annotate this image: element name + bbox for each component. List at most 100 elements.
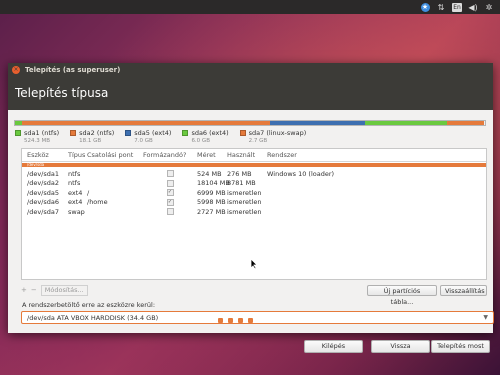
new-partition-table-button[interactable]: Új partíciós tábla... <box>367 284 437 306</box>
format-checkbox[interactable] <box>166 208 174 216</box>
cell-format <box>143 170 197 178</box>
revert-button[interactable]: Visszaállítás <box>440 284 487 296</box>
cell-format: ✓ <box>143 189 197 197</box>
cell-size: 5998 MB <box>197 198 226 207</box>
progress-dot <box>237 318 243 323</box>
legend-swatch <box>70 130 77 136</box>
keyboard-layout-label: En <box>452 2 462 12</box>
progress-dot <box>247 318 253 323</box>
col-header-device[interactable]: Eszköz <box>22 151 68 159</box>
content-area: sda1 (ntfs) 524.3 MB sda2 (ntfs) 18.1 GB sda… <box>8 110 494 353</box>
col-header-size[interactable]: Méret <box>197 151 227 159</box>
settings-gear-icon[interactable]: ✲ <box>484 2 494 12</box>
col-header-used[interactable]: Használt <box>227 151 267 159</box>
legend-size: 6.0 GB <box>191 138 210 144</box>
cell-type: ext4 <box>68 188 83 197</box>
cell-device: /dev/sda2 <box>27 179 59 188</box>
remove-partition-button[interactable]: − <box>31 286 37 294</box>
format-checkbox[interactable]: ✓ <box>166 189 174 197</box>
table-row[interactable]: /dev/sda7 swap 2727 MB ismeretlen <box>22 207 486 217</box>
partition-legend: sda1 (ntfs) 524.3 MB sda2 (ntfs) 18.1 GB sda… <box>15 129 317 144</box>
format-checkbox[interactable] <box>166 179 174 187</box>
progress-dot <box>217 318 223 323</box>
cell-type: swap <box>68 207 85 216</box>
cell-device: /dev/sda7 <box>27 207 59 216</box>
table-row[interactable]: /dev/sda2 ntfs 18104 MB 8781 MB <box>22 179 486 189</box>
back-button[interactable]: Vissza <box>371 340 430 353</box>
legend-label: sda7 (linux-swap) <box>248 129 307 137</box>
cell-size: 524 MB <box>197 169 222 178</box>
page-header: Telepítés típusa <box>8 76 493 110</box>
cell-type: ntfs <box>68 179 81 188</box>
modify-partition-button[interactable]: Módosítás... <box>40 284 88 296</box>
format-checkbox[interactable]: ✓ <box>166 198 174 206</box>
cell-format <box>143 208 197 216</box>
legend-label: sda6 (ext4) <box>191 129 229 137</box>
legend-swatch <box>182 130 189 136</box>
progress-dot <box>257 318 263 323</box>
page-title: Telepítés típusa <box>15 86 109 100</box>
cell-type: ntfs <box>68 169 81 178</box>
install-progress-dots <box>0 318 500 323</box>
col-header-system[interactable]: Rendszer <box>267 151 367 159</box>
legend-swatch <box>239 130 246 136</box>
partition-bar <box>14 120 486 126</box>
col-header-format[interactable]: Formázandó? <box>143 151 197 159</box>
format-checkbox[interactable] <box>166 170 174 178</box>
table-row[interactable]: /dev/sda5 ext4 / ✓ 6999 MB ismeretlen <box>22 188 486 198</box>
installer-window: × Telepítés (as superuser) Telepítés típ… <box>8 63 494 353</box>
cell-format <box>143 179 197 187</box>
legend-size: 2.7 GB <box>248 138 268 144</box>
legend-size: 7.0 GB <box>134 138 153 144</box>
legend-swatch <box>15 130 21 136</box>
cell-used: ismeretlen <box>227 198 262 207</box>
accessibility-icon[interactable]: ★ <box>420 2 430 12</box>
col-header-type[interactable]: Típus <box>68 151 87 159</box>
install-now-button[interactable]: Telepítés most <box>431 340 490 353</box>
window-titlebar: × Telepítés (as superuser) <box>8 63 493 76</box>
legend-item: sda1 (ntfs) 524.3 MB <box>15 129 59 144</box>
partition-bar-segment-sda7 <box>447 121 485 125</box>
accessibility-badge: ★ <box>420 2 430 12</box>
legend-size: 524.3 MB <box>24 138 51 144</box>
cell-size: 18104 MB <box>197 179 230 188</box>
col-header-mount[interactable]: Csatolási pont <box>87 151 143 159</box>
selected-disk-label: /dev/sda <box>27 162 45 167</box>
table-row[interactable]: /dev/sda1 ntfs 524 MB 276 MB Windows 10 (loa… <box>22 169 486 179</box>
quit-button[interactable]: Kilépés <box>304 340 363 353</box>
legend-item: sda7 (linux-swap) 2.7 GB <box>239 129 307 144</box>
progress-dot <box>227 318 233 323</box>
add-partition-button[interactable]: + <box>21 286 27 294</box>
partition-toolbar: + − Módosítás... Új partíciós tábla... V… <box>21 284 487 306</box>
legend-size: 18.1 GB <box>79 138 102 144</box>
volume-icon[interactable]: ◀) <box>468 2 478 12</box>
close-icon[interactable]: × <box>12 65 20 74</box>
cell-type: ext4 <box>68 198 83 207</box>
legend-item: sda5 (ext4) 7.0 GB <box>125 129 171 144</box>
cell-used: 276 MB <box>227 169 252 178</box>
cell-system: Windows 10 (loader) <box>267 169 335 178</box>
table-row[interactable]: /dev/sda6 ext4/home ✓ 5998 MB ismeretlen <box>22 198 486 208</box>
cell-used: ismeretlen <box>227 207 262 216</box>
keyboard-layout-icon[interactable]: En <box>452 2 462 12</box>
progress-dot <box>267 318 273 323</box>
cell-device: /dev/sda5 <box>27 188 59 197</box>
cell-used: 8781 MB <box>227 179 256 188</box>
cell-size: 6999 MB <box>197 188 226 197</box>
cell-mount: /home <box>87 198 108 207</box>
partition-bar-segment-sda6 <box>365 121 448 125</box>
cell-device: /dev/sda1 <box>27 169 59 178</box>
network-icon[interactable]: ⇅ <box>436 2 446 12</box>
table-body: /dev/sda1 ntfs 524 MB 276 MB Windows 10 (loa… <box>22 167 486 217</box>
legend-label: sda5 (ext4) <box>134 129 172 137</box>
bootloader-label: A rendszerbetöltő erre az eszközre kerül… <box>22 301 156 309</box>
legend-item: sda6 (ext4) 6.0 GB <box>182 129 229 144</box>
mouse-cursor-icon <box>250 258 258 270</box>
legend-label: sda1 (ntfs) <box>24 129 60 137</box>
cell-mount: / <box>87 188 90 197</box>
legend-swatch <box>125 130 132 136</box>
cell-size: 2727 MB <box>197 207 226 216</box>
top-panel: ★ ⇅ En ◀) ✲ <box>0 0 500 14</box>
partition-bar-segment-sda5 <box>269 121 366 125</box>
partition-bar-segment-sda1 <box>15 121 23 125</box>
